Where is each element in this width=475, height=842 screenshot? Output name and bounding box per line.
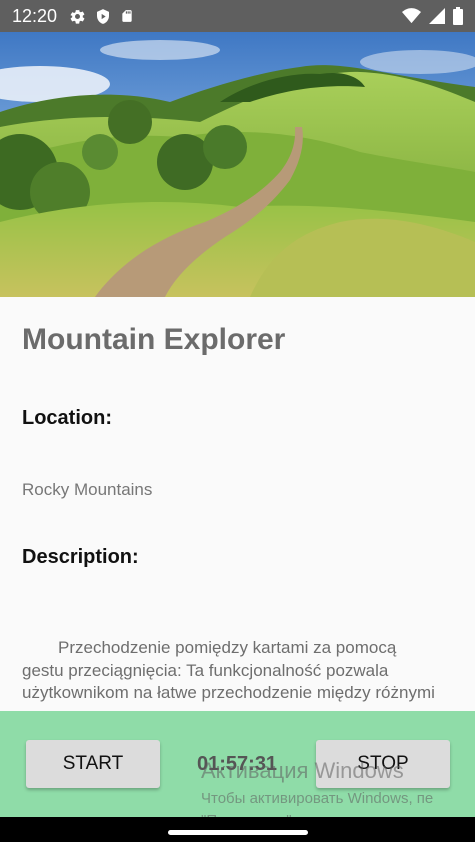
page-title: Mountain Explorer xyxy=(22,323,286,356)
stop-button[interactable]: STOP xyxy=(316,740,450,788)
timer-display: 01:57:31 xyxy=(197,753,278,775)
watermark-line-2: Чтобы активировать Windows, пе xyxy=(201,790,434,807)
signal-icon xyxy=(429,8,445,24)
battery-icon xyxy=(453,7,463,25)
status-time: 12:20 xyxy=(12,5,58,26)
description-label: Description: xyxy=(22,546,139,568)
status-right-icons xyxy=(402,7,463,25)
start-button[interactable]: START xyxy=(26,740,160,788)
sd-card-icon xyxy=(120,8,134,24)
wifi-icon xyxy=(402,8,421,24)
navigation-bar xyxy=(0,817,475,842)
shield-icon xyxy=(95,8,111,25)
gear-icon xyxy=(69,8,86,25)
gesture-handle[interactable] xyxy=(168,830,308,835)
description-text: Przechodzenie pomiędzy kartami za pomocą… xyxy=(22,638,435,707)
bottom-bar: START 01:57:31 STOP Активация Windows Чт… xyxy=(0,711,475,829)
hero-image xyxy=(0,32,475,297)
status-bar: 12:20 xyxy=(0,0,475,32)
status-left-icons xyxy=(69,8,134,25)
location-value: Rocky Mountains xyxy=(22,480,153,499)
location-label: Location: xyxy=(22,407,112,429)
